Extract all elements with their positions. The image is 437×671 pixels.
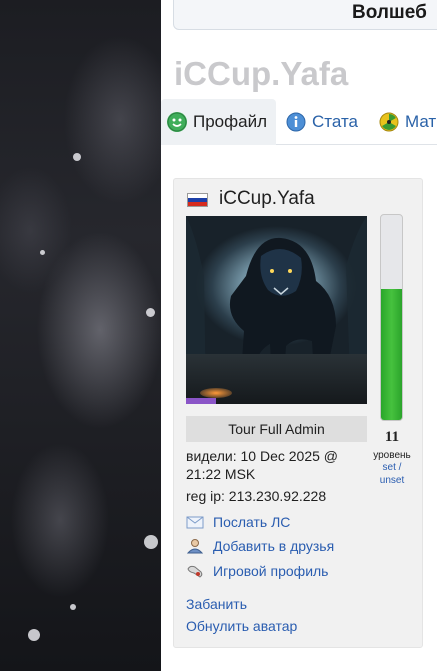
tab-matches-label: Мат [405, 112, 437, 131]
level-progress-bar [380, 214, 403, 421]
level-unset-link[interactable]: unset [370, 475, 414, 486]
background-sparkle [40, 250, 45, 255]
background-sparkle [144, 535, 158, 549]
level-set-link[interactable]: set / [370, 462, 414, 473]
page-title: iCCup.Yafa [174, 55, 349, 92]
avatar-glow [200, 388, 232, 398]
main-content: Волшеб iCCup.Yafa Профайл Стата Мат iCCu… [161, 0, 437, 671]
background-sparkle [73, 153, 81, 161]
game-profile-button[interactable]: Игровой профиль [186, 561, 328, 581]
radiation-icon [379, 112, 399, 132]
add-friend-label: Добавить в друзья [213, 538, 335, 554]
send-message-button[interactable]: Послать ЛС [186, 512, 290, 532]
reg-ip-text: reg ip: 213.230.92.228 [186, 488, 327, 504]
game-profile-icon [186, 563, 204, 579]
info-icon [286, 112, 306, 132]
banner-text: Волшеб [352, 2, 427, 23]
send-message-label: Послать ЛС [213, 514, 291, 530]
background-sparkle [28, 629, 40, 641]
add-friend-button[interactable]: Добавить в друзья [186, 536, 334, 556]
tab-matches[interactable]: Мат [379, 99, 437, 145]
level-label: уровень [373, 450, 411, 461]
avatar-tag [186, 398, 216, 404]
profile-nickname: iCCup.Yafa [219, 188, 315, 209]
smiley-icon [167, 112, 187, 132]
background-sparkle [146, 308, 155, 317]
background-sparkle [70, 604, 76, 610]
ban-link[interactable]: Забанить [186, 596, 247, 612]
add-friend-icon [186, 538, 204, 554]
game-profile-label: Игровой профиль [213, 563, 329, 579]
wolf-avatar-image [186, 216, 367, 404]
tab-profile-label: Профайл [193, 112, 267, 131]
role-badge: Tour Full Admin [186, 416, 367, 442]
envelope-icon [186, 514, 204, 530]
profile-tabs: Профайл Стата Мат [161, 99, 437, 145]
russia-flag-icon [187, 193, 208, 207]
reset-avatar-link[interactable]: Обнулить аватар [186, 618, 297, 634]
profile-card: iCCup.Yafa 11 уровень set / unset Tour F… [173, 178, 423, 648]
tab-stats-label: Стата [312, 112, 359, 131]
tab-stats[interactable]: Стата [286, 99, 381, 145]
last-seen-text: видели: 10 Dec 2025 @ 21:22 MSK [186, 448, 339, 482]
level-progress-fill [381, 288, 402, 420]
background-art [0, 0, 161, 671]
level-value: 11 [384, 429, 400, 445]
top-banner[interactable]: Волшеб [173, 0, 437, 30]
tab-profile[interactable]: Профайл [161, 99, 276, 145]
